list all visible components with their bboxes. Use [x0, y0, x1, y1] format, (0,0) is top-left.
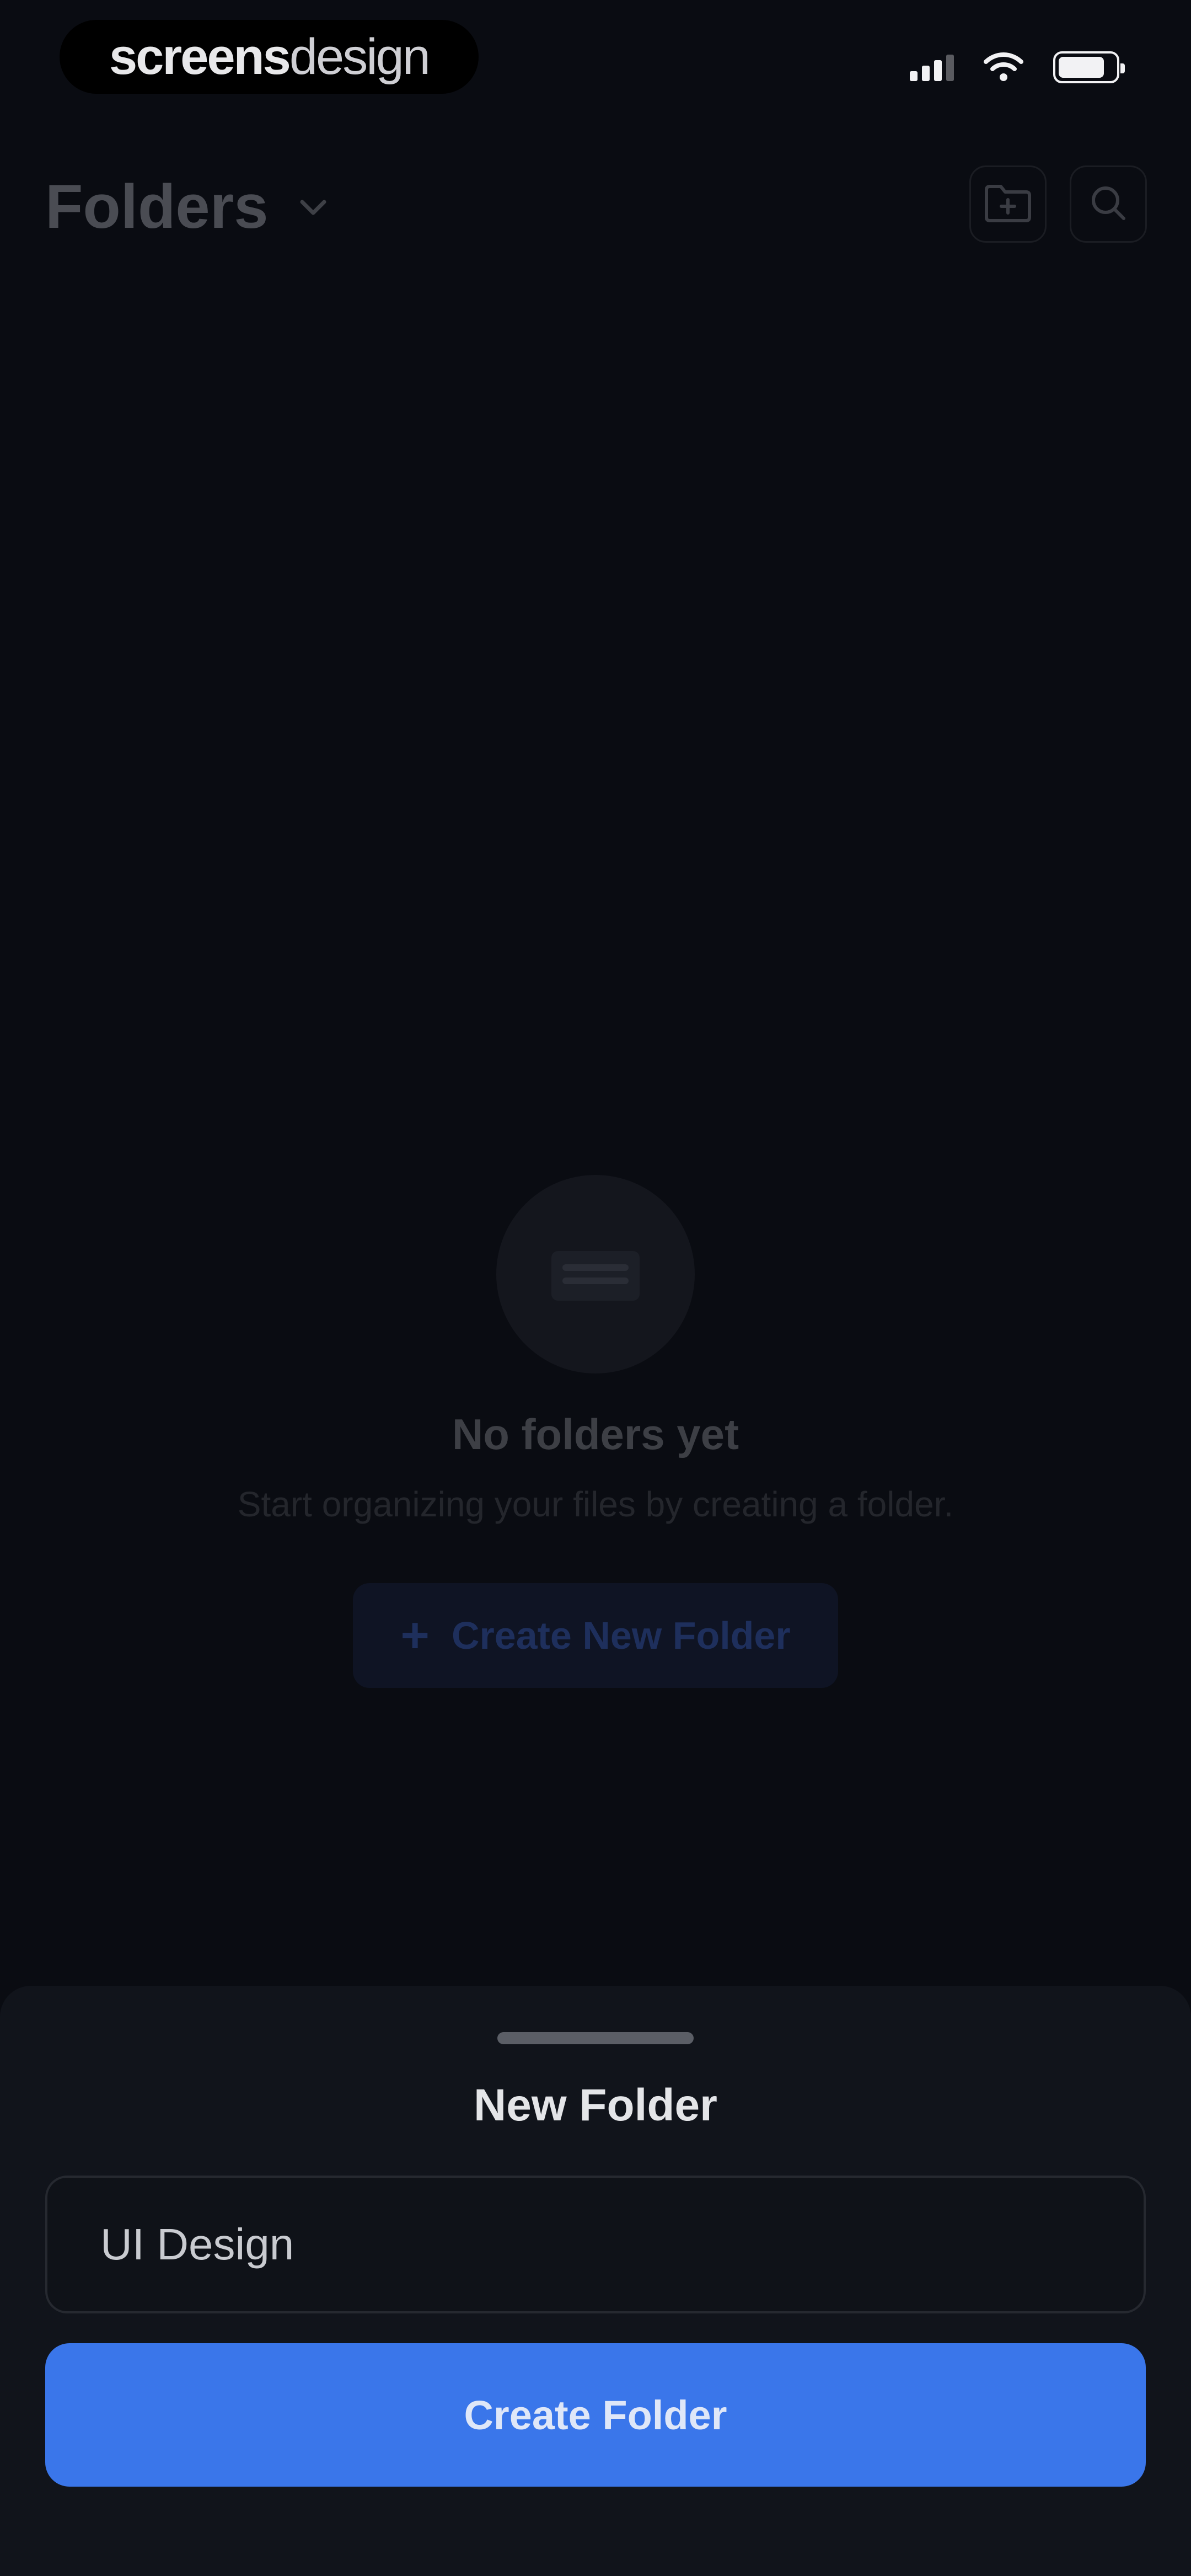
sheet-grabber[interactable]: [497, 2032, 694, 2044]
empty-state-illustration: [496, 1175, 695, 1373]
create-folder-button[interactable]: Create Folder: [45, 2343, 1146, 2487]
search-button[interactable]: [1070, 165, 1147, 243]
search-icon: [1087, 182, 1129, 227]
new-folder-button[interactable]: [969, 165, 1047, 243]
app-screen: screens design Folders No folders yet St…: [0, 0, 1191, 2576]
folder-icon: [546, 1240, 645, 1309]
create-new-folder-label: Create New Folder: [451, 1614, 791, 1657]
brand-logo-light: design: [289, 28, 431, 85]
new-folder-sheet: New Folder Create Folder: [0, 1986, 1191, 2576]
wifi-icon: [984, 52, 1023, 83]
header: Folders: [0, 165, 1191, 254]
status-icons: [910, 51, 1125, 84]
brand-logo: screens design: [60, 20, 479, 94]
sheet-title: New Folder: [474, 2080, 717, 2130]
folder-name-input[interactable]: [45, 2176, 1146, 2313]
status-bar: screens design: [0, 0, 1191, 121]
battery-icon: [1053, 51, 1125, 83]
empty-state-subtitle: Start organizing your files by creating …: [237, 1484, 954, 1524]
folder-plus-icon: [983, 182, 1033, 227]
page-title[interactable]: Folders: [45, 171, 269, 242]
create-new-folder-button[interactable]: + Create New Folder: [353, 1583, 838, 1688]
chevron-down-icon[interactable]: [298, 196, 329, 221]
cellular-signal-icon: [910, 54, 954, 81]
empty-state-title: No folders yet: [452, 1410, 739, 1458]
brand-logo-bold: screens: [109, 28, 291, 85]
plus-icon: +: [400, 1608, 430, 1663]
